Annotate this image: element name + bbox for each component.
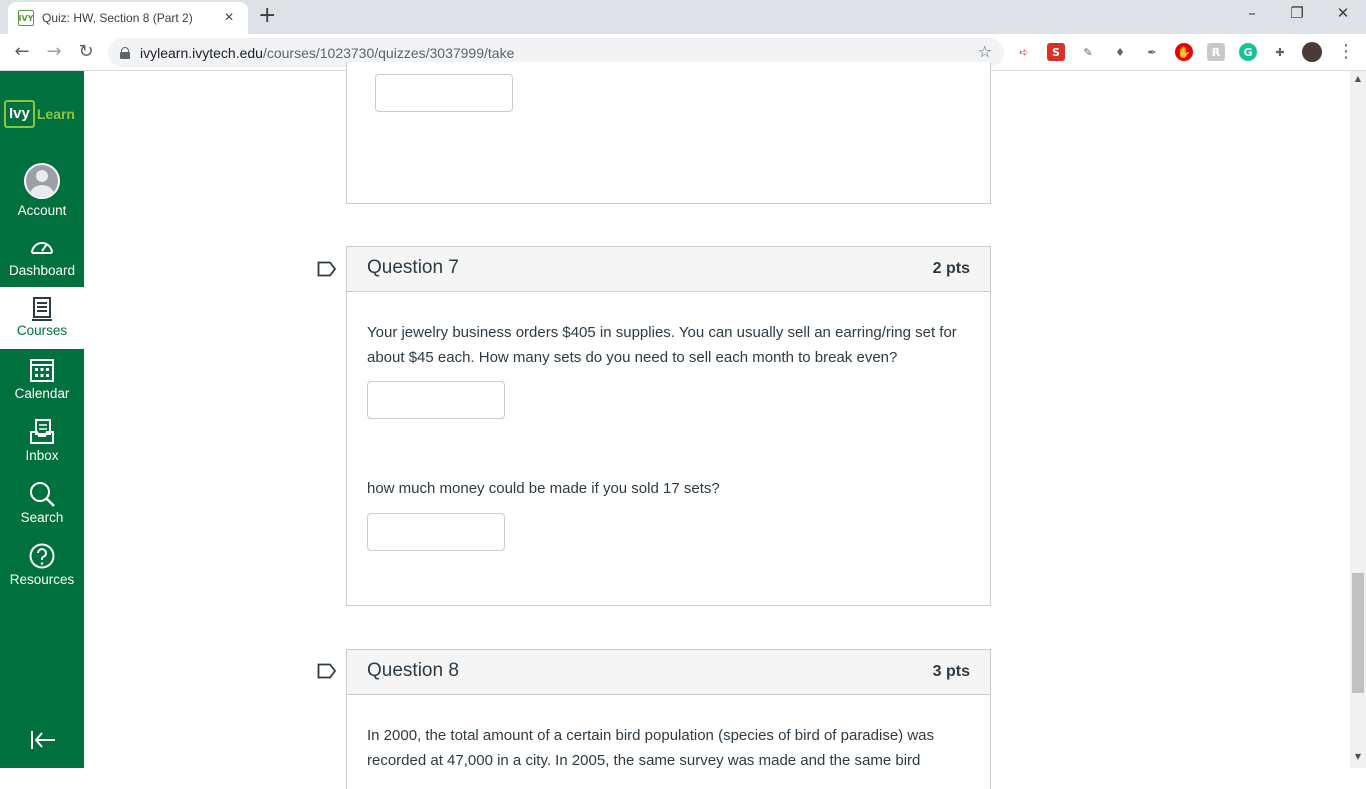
browser-menu-icon[interactable]: ⋮ <box>1334 41 1358 63</box>
tab-title: Quiz: HW, Section 8 (Part 2) <box>42 11 193 25</box>
inbox-icon <box>30 419 54 444</box>
nav-item-account[interactable]: Account <box>0 163 84 225</box>
question-7-title: Question 7 <box>367 257 459 278</box>
forward-button[interactable]: → <box>42 41 66 63</box>
lock-icon[interactable] <box>120 46 130 59</box>
question-8-card: Question 8 3 pts In 2000, the total amou… <box>346 649 991 789</box>
flag-question-8-icon[interactable] <box>317 663 337 679</box>
browser-tab[interactable]: IVY Quiz: HW, Section 8 (Part 2) × <box>8 2 248 34</box>
calendar-icon <box>30 359 54 382</box>
scroll-up-arrow-icon[interactable]: ▲ <box>1350 71 1366 87</box>
question-6-answer-input[interactable] <box>375 74 513 112</box>
reload-button[interactable]: ↻ <box>74 41 98 63</box>
scroll-down-arrow-icon[interactable]: ▼ <box>1350 749 1366 765</box>
nav-item-search[interactable]: Search <box>0 480 84 542</box>
extensions-puzzle-icon[interactable]: ✚ <box>1271 43 1289 61</box>
minimize-button[interactable]: – <box>1237 4 1267 22</box>
question-6-card <box>346 62 991 204</box>
extension-r-icon[interactable]: R <box>1207 43 1225 61</box>
nav-item-courses[interactable]: Courses <box>0 287 84 349</box>
question-7-card: Question 7 2 pts Your jewelry business o… <box>346 246 991 606</box>
flag-question-7-icon[interactable] <box>317 261 337 277</box>
courses-icon <box>32 297 52 321</box>
bookmark-star-icon[interactable]: ☆ <box>978 42 992 61</box>
question-8-header: Question 8 3 pts <box>347 650 990 695</box>
help-icon <box>29 543 55 569</box>
ivy-favicon-icon: IVY <box>18 10 34 26</box>
grammarly-icon[interactable]: G <box>1239 43 1257 61</box>
page-scrollbar[interactable]: ▲ ▼ <box>1350 71 1366 768</box>
browser-tabstrip: IVY Quiz: HW, Section 8 (Part 2) × + – ❐… <box>0 0 1366 34</box>
back-button[interactable]: ← <box>10 41 34 63</box>
extension-pen-icon[interactable]: ✒ <box>1143 43 1161 61</box>
extension-s-icon[interactable]: S <box>1047 43 1065 61</box>
scroll-thumb[interactable] <box>1352 573 1364 693</box>
question-7-text: Your jewelry business orders $405 in sup… <box>367 324 957 366</box>
close-window-button[interactable]: ✕ <box>1328 4 1358 22</box>
avatar-icon <box>24 163 60 199</box>
extension-brush-icon[interactable]: ✎ <box>1079 43 1097 61</box>
question-7-points: 2 pts <box>932 260 970 277</box>
question-7-header: Question 7 2 pts <box>347 247 990 292</box>
question-8-title: Question 8 <box>367 660 459 681</box>
question-8-points: 3 pts <box>932 663 970 680</box>
search-icon <box>30 482 55 507</box>
nav-item-inbox[interactable]: Inbox <box>0 418 84 480</box>
nav-item-calendar[interactable]: Calendar <box>0 356 84 418</box>
global-nav: Ivy Learn Account Dashboard Courses Cale… <box>0 71 84 768</box>
tab-close-icon[interactable]: × <box>220 9 238 27</box>
dashboard-icon <box>31 242 53 254</box>
url-text: ivylearn.ivytech.edu/courses/1023730/qui… <box>140 44 515 61</box>
profile-avatar[interactable] <box>1302 42 1322 62</box>
question-7-text-2: how much money could be made if you sold… <box>367 480 720 497</box>
question-8-text: In 2000, the total amount of a certain b… <box>367 727 935 769</box>
nav-item-dashboard[interactable]: Dashboard <box>0 233 84 295</box>
new-tab-button[interactable]: + <box>258 5 276 27</box>
extension-adblock-icon[interactable]: ✋ <box>1175 43 1193 61</box>
nav-item-resources[interactable]: Resources <box>0 542 84 604</box>
question-7-answer-input-2[interactable] <box>367 513 505 551</box>
extension-pin-icon[interactable]: ♦ <box>1111 43 1129 61</box>
restore-button[interactable]: ❐ <box>1282 4 1312 22</box>
collapse-nav-icon[interactable] <box>30 728 56 752</box>
ivy-learn-logo[interactable]: Ivy Learn <box>4 95 80 133</box>
question-7-answer-input-1[interactable] <box>367 381 505 419</box>
extension-arrow-icon[interactable]: ➪ <box>1015 43 1033 61</box>
